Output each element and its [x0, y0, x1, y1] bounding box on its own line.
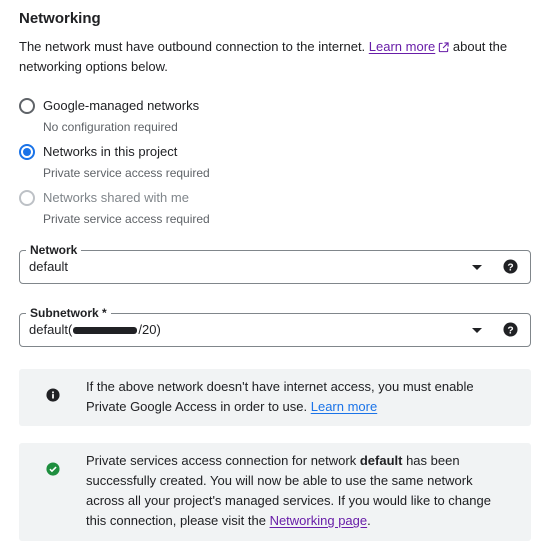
success-text-end: . — [367, 513, 371, 528]
info-callout: If the above network doesn't have intern… — [19, 369, 531, 426]
radio-google-managed[interactable]: Google-managed networks No configuration… — [19, 97, 199, 136]
subnetwork-field-value: default( /20) — [29, 322, 161, 337]
intro-text-before: The network must have outbound connectio… — [19, 39, 369, 54]
check-circle-icon — [46, 462, 60, 476]
svg-text:?: ? — [507, 262, 513, 273]
intro-text: The network must have outbound connectio… — [19, 37, 524, 77]
redacted-ip-range — [73, 327, 138, 335]
info-learn-more-link[interactable]: Learn more — [311, 399, 377, 414]
radio-button-networks-in-project[interactable] — [19, 144, 35, 160]
network-field-label: Network — [26, 243, 82, 257]
success-text-before: Private services access connection for n… — [86, 453, 360, 468]
radio-description: No configuration required — [43, 120, 178, 134]
info-icon — [46, 388, 60, 402]
subnetwork-value-suffix: /20) — [138, 322, 161, 337]
learn-more-link[interactable]: Learn more — [369, 39, 449, 54]
success-callout-text: Private services access connection for n… — [86, 451, 511, 531]
success-network-name: default — [359, 453, 403, 468]
radio-networks-in-project[interactable]: Networks in this project Private service… — [19, 143, 210, 182]
subnetwork-field-label: Subnetwork * — [26, 306, 111, 320]
learn-more-label: Learn more — [368, 39, 436, 54]
section-title: Networking — [19, 10, 101, 27]
radio-button-networks-shared — [19, 190, 35, 206]
subnetwork-select[interactable]: Subnetwork * default( /20) ? — [19, 306, 531, 347]
network-select[interactable]: Network default ? — [19, 243, 531, 284]
radio-networks-shared: Networks shared with me Private service … — [19, 189, 210, 228]
subnetwork-value-prefix: default( — [29, 322, 73, 337]
info-callout-message: If the above network doesn't have intern… — [86, 379, 474, 414]
svg-text:?: ? — [507, 325, 513, 336]
dropdown-caret-icon[interactable] — [472, 328, 482, 333]
external-link-icon — [439, 42, 449, 53]
info-callout-text: If the above network doesn't have intern… — [86, 377, 511, 417]
radio-description: Private service access required — [43, 212, 210, 226]
help-icon[interactable]: ? — [503, 322, 518, 337]
radio-label: Networks in this project — [43, 144, 178, 159]
help-icon[interactable]: ? — [503, 259, 518, 274]
radio-label: Google-managed networks — [43, 98, 200, 113]
networking-page-link[interactable]: Networking page — [270, 513, 368, 528]
radio-label: Networks shared with me — [43, 190, 189, 205]
dropdown-caret-icon[interactable] — [472, 265, 482, 270]
radio-description: Private service access required — [43, 166, 210, 180]
radio-button-google-managed[interactable] — [19, 98, 35, 114]
success-callout: Private services access connection for n… — [19, 443, 531, 541]
network-field-value: default — [29, 259, 69, 274]
